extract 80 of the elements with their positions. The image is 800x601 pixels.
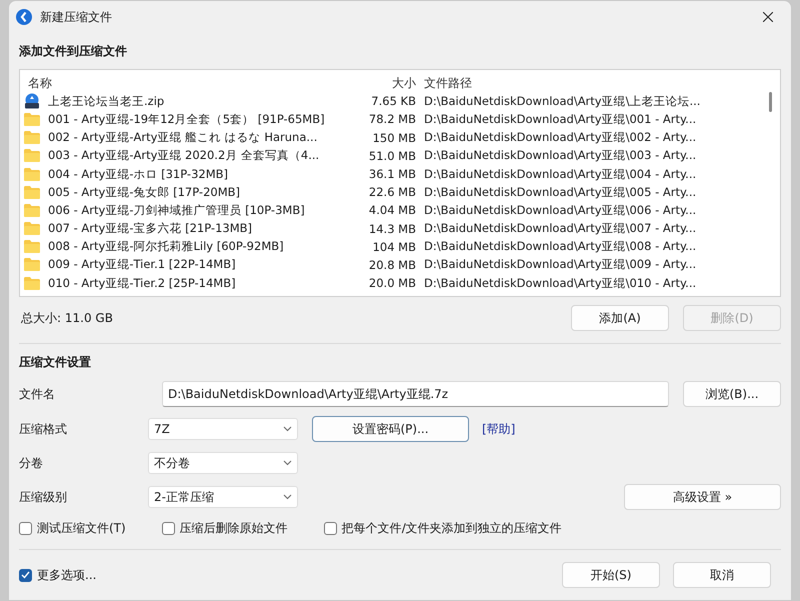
cancel-button[interactable]: 取消 [673, 562, 771, 588]
folder-icon [24, 149, 40, 162]
caret-icon [283, 494, 292, 500]
split-dropdown[interactable]: 不分卷 [148, 452, 298, 474]
field-label: 文件名 [19, 386, 56, 402]
file-name[interactable]: 010 - Arty亚绲-Tier.2 [25P-14MB] [44, 276, 324, 291]
browse-button[interactable]: 浏览(B)... [683, 381, 781, 407]
file-name[interactable]: 009 - Arty亚绲-Tier.1 [22P-14MB] [44, 257, 324, 272]
file-size: 7.65 KB [370, 94, 417, 108]
archive-icon [24, 93, 40, 110]
file-size: 104 MB [372, 240, 417, 254]
format-dropdown[interactable]: 7Z [148, 418, 298, 440]
field-label: 压缩级别 [19, 488, 68, 506]
password-button[interactable]: 设置密码(P)... [312, 416, 469, 442]
folder-icon [24, 222, 40, 236]
file-path: D:\BaiduNetdiskDownload\Arty亚绲\上老王论坛... [423, 94, 702, 109]
file-path: D:\BaiduNetdiskDownload\Arty亚绲\003 - Arty... [423, 148, 698, 164]
file-size: 78.2 MB [368, 112, 417, 126]
folder-icon [24, 204, 40, 217]
file-path: D:\BaiduNetdiskDownload\Arty亚绲\009 - Arty... [423, 257, 698, 272]
file-name[interactable]: 008 - Arty亚绲-阿尔托莉雅Lily [60P-92MB] [44, 239, 324, 254]
column-header[interactable]: 文件路径 [420, 74, 770, 92]
checkbox[interactable] [19, 522, 32, 535]
caret-icon [283, 426, 292, 432]
caret-icon [283, 460, 292, 466]
checkbox-label: 更多选项... [37, 566, 96, 584]
file-size: 36.1 MB [368, 167, 417, 182]
folder-icon [24, 276, 40, 290]
add-button[interactable]: 添加(A) [571, 305, 669, 331]
file-name[interactable]: 004 - Arty亚绲-ホロ [31P-32MB] [44, 166, 324, 182]
file-path: D:\BaiduNetdiskDownload\Arty亚绲\007 - Arty... [423, 221, 698, 236]
file-name[interactable]: 005 - Arty亚绲-兔女郎 [17P-20MB] [44, 184, 324, 200]
checkbox[interactable] [19, 568, 32, 582]
folder-icon [24, 240, 40, 254]
section-heading: 压缩文件设置 [19, 354, 92, 370]
checkbox[interactable] [162, 522, 175, 535]
file-size: 14.3 MB [368, 222, 417, 236]
app-logo-icon [16, 9, 32, 25]
file-name[interactable]: 上老王论坛当老王.zip [44, 94, 324, 109]
file-name[interactable]: 006 - Arty亚绲-刀剑神域推广管理员 [10P-3MB] [44, 202, 324, 218]
file-size: 20.8 MB [368, 258, 417, 272]
folder-icon [24, 186, 40, 199]
file-path: D:\BaiduNetdiskDownload\Arty亚绲\005 - Arty... [423, 184, 698, 200]
file-size: 150 MB [372, 130, 417, 145]
checkbox[interactable] [324, 522, 337, 535]
file-path: D:\BaiduNetdiskDownload\Arty亚绲\010 - Arty... [423, 276, 698, 291]
filename-field[interactable]: D:\BaiduNetdiskDownload\Arty亚绲\Arty亚绲.7z [162, 381, 669, 407]
file-size: 22.6 MB [368, 185, 417, 200]
file-size: 4.04 MB [368, 203, 417, 218]
field-label: 分卷 [19, 454, 44, 472]
file-name[interactable]: 003 - Arty亚绲-Arty亚绲 2020.2月 全套写真（4... [44, 148, 324, 164]
file-name[interactable]: 007 - Arty亚绲-宝多六花 [21P-13MB] [44, 221, 324, 236]
column-header[interactable]: 名称 [24, 74, 324, 92]
close-icon [763, 12, 773, 22]
file-path: D:\BaiduNetdiskDownload\Arty亚绲\002 - Arty... [423, 130, 698, 146]
file-name[interactable]: 001 - Arty亚绲-19年12月全套（5套） [91P-65MB] [44, 112, 324, 127]
file-path: D:\BaiduNetdiskDownload\Arty亚绲\008 - Arty... [423, 239, 698, 254]
file-path: D:\BaiduNetdiskDownload\Arty亚绲\006 - Arty... [423, 202, 698, 218]
column-header[interactable]: 大小 [324, 74, 420, 92]
total-size: 总大小: 11.0 GB [20, 310, 114, 326]
advanced-settings-button[interactable]: 高级设置 » [624, 484, 781, 510]
section-heading: 添加文件到压缩文件 [19, 42, 128, 60]
folder-icon [24, 131, 40, 144]
scrollbar-thumb[interactable] [769, 92, 772, 112]
checkbox-label: 把每个文件/文件夹添加到独立的压缩文件 [342, 520, 562, 537]
window-title: 新建压缩文件 [40, 8, 113, 26]
checkbox-label: 测试压缩文件(T) [37, 520, 126, 537]
file-name[interactable]: 002 - Arty亚绲-Arty亚绲 艦これ はるな Haruna... [44, 130, 324, 146]
folder-icon [24, 258, 40, 272]
file-path: D:\BaiduNetdiskDownload\Arty亚绲\004 - Arty... [423, 166, 698, 182]
field-label: 压缩格式 [19, 420, 68, 438]
file-size: 20.0 MB [368, 276, 417, 290]
help-link[interactable]: [帮助] [482, 420, 516, 438]
file-path: D:\BaiduNetdiskDownload\Arty亚绲\001 - Arty... [423, 112, 698, 127]
file-size: 51.0 MB [368, 148, 417, 163]
folder-icon [24, 168, 40, 181]
start-button[interactable]: 开始(S) [562, 562, 660, 588]
folder-icon [24, 112, 40, 126]
checkbox-label: 压缩后删除原始文件 [180, 520, 288, 537]
level-dropdown[interactable]: 2-正常压缩 [148, 486, 298, 508]
